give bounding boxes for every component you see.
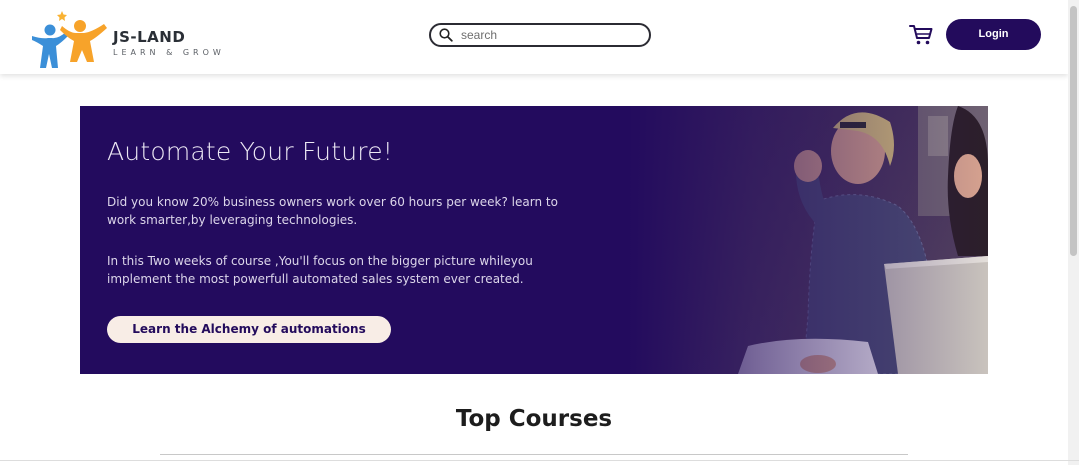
site-header: JS-LAND LEARN & GROW Login <box>0 0 1068 74</box>
hero-photo <box>628 106 988 374</box>
hero-banner: Automate Your Future! Did you know 20% b… <box>80 106 988 374</box>
cart-icon[interactable] <box>909 24 933 46</box>
scrollbar-thumb[interactable] <box>1070 6 1077 256</box>
hero-paragraph-stats: Did you know 20% business owners work ov… <box>107 195 558 227</box>
search-icon <box>439 28 453 42</box>
logo-tagline: LEARN & GROW <box>113 48 225 57</box>
section-divider <box>160 454 908 455</box>
search-input[interactable] <box>461 26 641 44</box>
logo[interactable]: JS-LAND LEARN & GROW <box>28 10 228 70</box>
top-courses-heading: Top Courses <box>455 406 613 432</box>
login-button[interactable]: Login <box>946 19 1041 50</box>
search-bar[interactable] <box>429 23 651 47</box>
scrollbar[interactable] <box>1068 0 1079 465</box>
bottom-edge-line <box>0 460 1079 461</box>
logo-title: JS-LAND <box>113 28 186 46</box>
logo-figures-icon <box>32 11 107 68</box>
learn-alchemy-button[interactable]: Learn the Alchemy of automations <box>107 316 391 343</box>
hero-title: Automate Your Future! <box>107 137 393 166</box>
hero-paragraph-course: In this Two weeks of course ,You'll focu… <box>107 254 533 286</box>
